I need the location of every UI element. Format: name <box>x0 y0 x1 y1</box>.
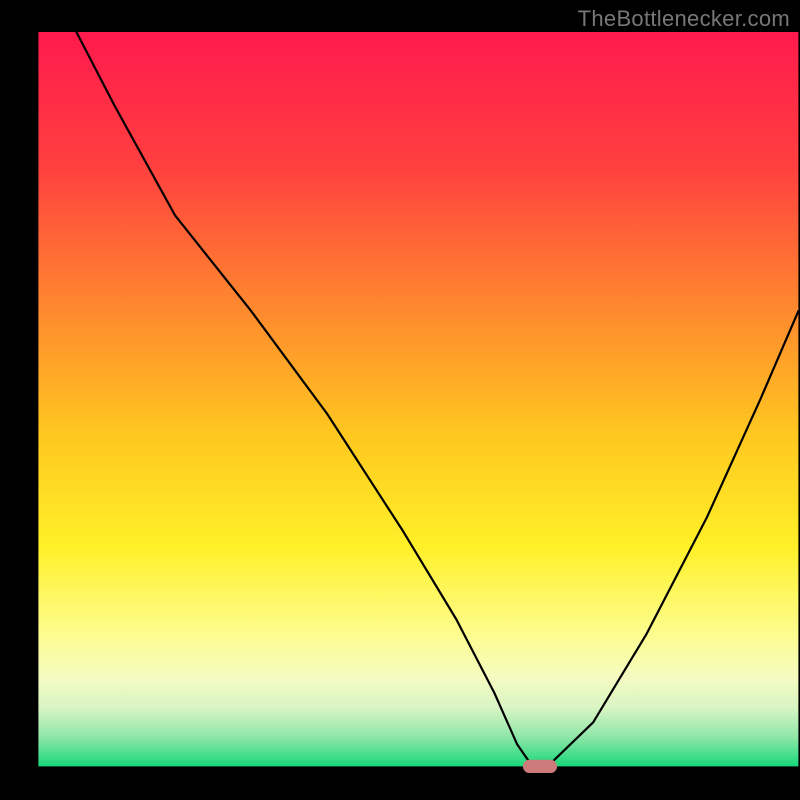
optimum-marker <box>523 760 557 773</box>
attribution-label: TheBottlenecker.com <box>578 6 790 32</box>
chart-container: TheBottlenecker.com <box>0 0 800 800</box>
plot-gradient-background <box>38 32 798 766</box>
bottleneck-chart <box>0 0 800 800</box>
